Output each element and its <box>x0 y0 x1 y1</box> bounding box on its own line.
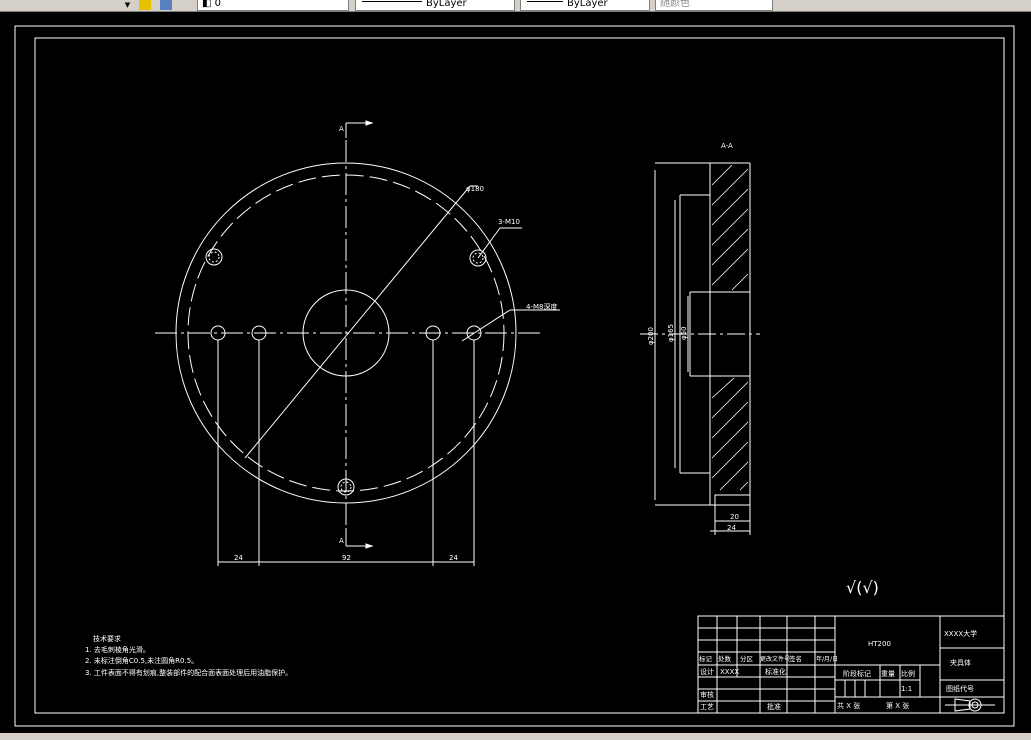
section-title: A-A <box>721 142 733 150</box>
tb-review-label: 审核 <box>700 690 714 699</box>
section-label-bottom: A <box>339 537 344 545</box>
color-value: 随颜色 <box>660 0 690 9</box>
dim-bottom-left: 24 <box>234 554 243 562</box>
section-dim-inner: φ50 <box>680 326 688 340</box>
tb-scale-value: 1:1 <box>901 685 912 693</box>
layer-prev-dropdown-arrow[interactable]: ▼ <box>122 0 133 10</box>
section-step <box>714 494 751 506</box>
lineweight-sample <box>527 1 563 2</box>
tb-drawing-no-label: 图纸代号 <box>946 684 974 693</box>
layer-state-glyph: ◧ <box>202 0 212 9</box>
drawing-canvas[interactable]: φ180 3-M10 4-M8深度 24 92 24 A A A-A φ200 … <box>0 12 1031 733</box>
front-view <box>155 120 560 566</box>
lineweight-value: ByLayer <box>567 0 608 9</box>
layer-dropdown[interactable]: ◧ 0 <box>197 0 349 11</box>
tb-stage-label: 阶段标记 <box>843 669 871 678</box>
section-arrowhead-top <box>365 120 374 126</box>
tb-approve-label: 批准 <box>767 702 781 711</box>
tb-part-name: 夹具体 <box>950 658 971 667</box>
tb-sheet-total: 共 X 张 <box>837 701 860 710</box>
tb-count-label: 处数 <box>718 654 732 663</box>
layer-state-icon[interactable] <box>139 0 151 10</box>
section-dim-width: 24 <box>727 524 736 532</box>
linetype-value: ByLayer <box>426 0 467 9</box>
tb-process-label: 工艺 <box>700 703 714 711</box>
tb-date-label: 年/月/日 <box>816 655 838 663</box>
dim-hole-callout-right: 4-M8深度 <box>526 302 557 311</box>
section-view <box>640 162 760 535</box>
tb-designer-label: 设计 <box>700 667 714 676</box>
tb-change-label: 更改文件号 <box>760 655 790 663</box>
diameter-leader <box>244 185 471 459</box>
dim-bottom-right: 24 <box>449 554 458 562</box>
properties-toolbar: ▼ ◧ 0 ByLayer ByLayer 随颜色 <box>0 0 1031 12</box>
notes-line-3: 3. 工件表面不得有划痕,整装部件的配合面表面处理后用油脂保护。 <box>85 668 292 677</box>
tb-weight-label: 重量 <box>881 670 895 678</box>
section-label-top: A <box>339 125 344 133</box>
tb-school: XXXX大学 <box>944 629 977 638</box>
linetype-dropdown[interactable]: ByLayer <box>355 0 515 11</box>
tb-material: HT200 <box>868 640 891 648</box>
status-bar <box>0 733 1031 740</box>
tb-sheet-no: 第 X 张 <box>886 701 909 710</box>
surface-roughness-symbol: √(√) <box>846 578 879 597</box>
threaded-hole-1 <box>205 248 223 266</box>
dim-outer-diameter: φ180 <box>466 185 484 193</box>
projection-symbol <box>945 698 995 712</box>
section-dim-width-small: 20 <box>730 513 739 521</box>
tb-scale-label: 比例 <box>901 669 915 678</box>
callout-leader-right <box>461 309 511 342</box>
notes-line-1: 1. 去毛刺棱角光滑。 <box>85 645 150 654</box>
tb-designer-value: XXXX <box>720 668 739 676</box>
color-dropdown[interactable]: 随颜色 <box>655 0 773 11</box>
tb-mark-label: 标记 <box>699 654 713 663</box>
layer-value: 0 <box>214 0 222 9</box>
section-dim-outer: φ200 <box>647 327 655 345</box>
tb-standard-label: 标准化 <box>765 667 786 676</box>
section-arrowhead-bottom <box>365 543 374 549</box>
lineweight-dropdown[interactable]: ByLayer <box>520 0 650 11</box>
sheet-inner-border <box>34 37 1005 714</box>
notes-line-2: 2. 未标注倒角C0.5,未注圆角R0.5。 <box>85 656 198 665</box>
section-hatching <box>711 164 749 491</box>
dim-bottom-mid: 92 <box>342 554 351 562</box>
sheet-outer-border <box>14 25 1015 727</box>
tb-sign-label: 签名 <box>789 654 802 663</box>
layer-manager-icon[interactable] <box>160 0 172 10</box>
notes-heading: 技术要求 <box>93 634 121 643</box>
tb-zone-label: 分区 <box>740 654 754 663</box>
threaded-hole-1-thread <box>208 251 220 263</box>
dim-hole-callout-top: 3-M10 <box>498 218 520 226</box>
linetype-sample <box>362 1 422 2</box>
section-dim-mid: φ165 <box>667 324 675 342</box>
